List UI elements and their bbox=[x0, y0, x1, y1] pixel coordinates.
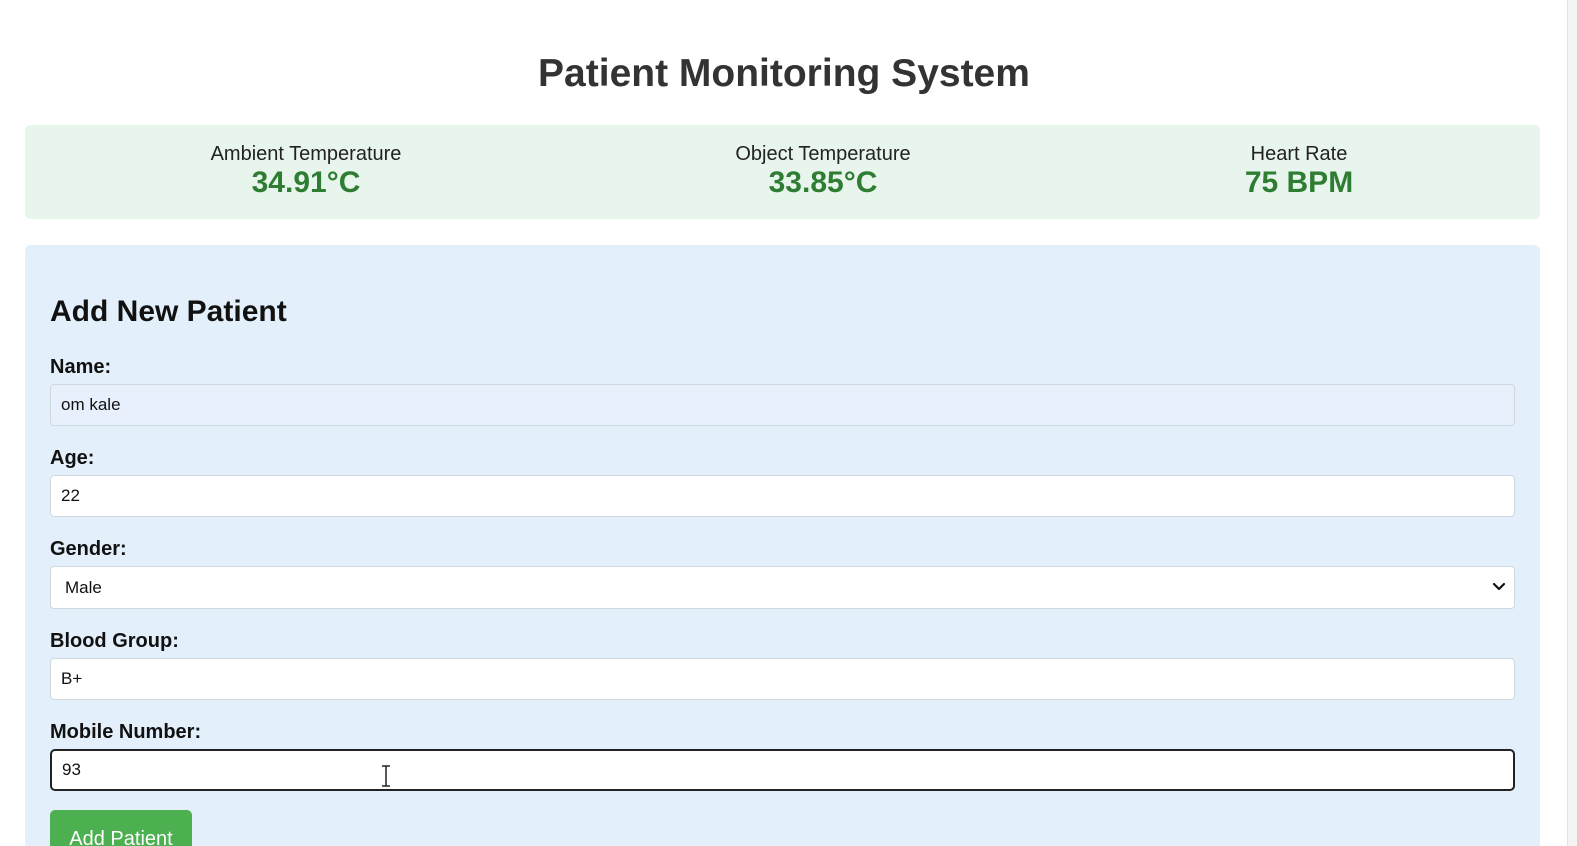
text-cursor-icon bbox=[382, 765, 390, 787]
age-input[interactable] bbox=[50, 475, 1515, 517]
gender-selected-value: Male bbox=[65, 578, 102, 597]
page-scrollbar[interactable] bbox=[1567, 0, 1577, 846]
mobile-number-input[interactable] bbox=[50, 749, 1515, 791]
form-title: Add New Patient bbox=[50, 295, 287, 328]
gender-label: Gender: bbox=[50, 538, 127, 560]
ambient-temperature-stat: Ambient Temperature 34.91°C bbox=[106, 142, 506, 200]
name-label: Name: bbox=[50, 356, 112, 378]
heart-rate-stat: Heart Rate 75 BPM bbox=[1099, 142, 1499, 200]
add-patient-button[interactable]: Add Patient bbox=[50, 810, 192, 846]
page-title: Patient Monitoring System bbox=[538, 52, 1030, 95]
chevron-down-icon bbox=[1492, 582, 1506, 591]
object-temperature-label: Object Temperature bbox=[735, 143, 911, 165]
heart-rate-label: Heart Rate bbox=[1250, 143, 1348, 165]
object-temperature-value: 33.85°C bbox=[768, 166, 878, 199]
ambient-temperature-value: 34.91°C bbox=[251, 166, 361, 199]
blood-group-label: Blood Group: bbox=[50, 630, 179, 652]
gender-select[interactable]: Male bbox=[50, 566, 1515, 609]
vitals-panel: Ambient Temperature 34.91°C Object Tempe… bbox=[25, 125, 1540, 219]
page: Patient Monitoring System Ambient Temper… bbox=[0, 0, 1577, 846]
age-label: Age: bbox=[50, 447, 95, 469]
heart-rate-value: 75 BPM bbox=[1244, 166, 1354, 199]
mobile-number-label: Mobile Number: bbox=[50, 721, 202, 743]
name-input[interactable] bbox=[50, 384, 1515, 426]
object-temperature-stat: Object Temperature 33.85°C bbox=[623, 142, 1023, 200]
ambient-temperature-label: Ambient Temperature bbox=[210, 143, 402, 165]
blood-group-input[interactable] bbox=[50, 658, 1515, 700]
